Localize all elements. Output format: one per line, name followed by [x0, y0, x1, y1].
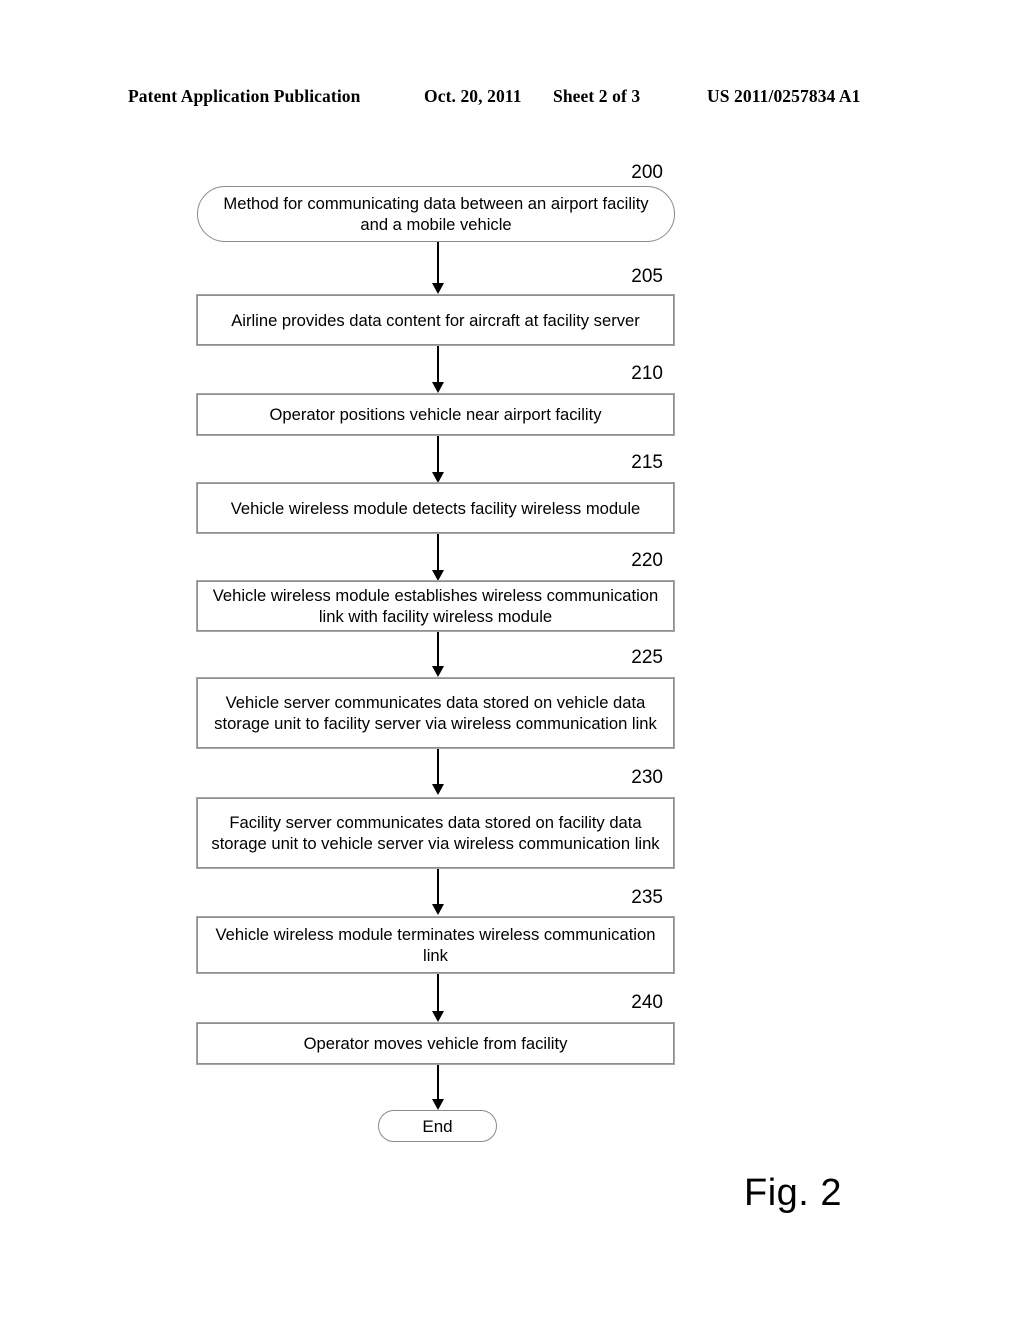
connector-arrow-205-210 [431, 346, 445, 393]
connector-arrow-225-230 [431, 749, 445, 795]
flow-node-230: Facility server communicates data stored… [196, 797, 675, 869]
ref-numeral-210: 210 [631, 363, 663, 384]
flow-node-235-label: Vehicle wireless module terminates wirel… [215, 925, 656, 965]
flow-node-210: Operator positions vehicle near airport … [196, 393, 675, 436]
figure-caption: Fig. 2 [744, 1172, 843, 1214]
flow-node-235: Vehicle wireless module terminates wirel… [196, 916, 675, 974]
flow-node-215: Vehicle wireless module detects facility… [196, 482, 675, 534]
flow-node-225-label: Vehicle server communicates data stored … [214, 693, 657, 733]
flow-node-220-label: Vehicle wireless module establishes wire… [212, 586, 659, 626]
flow-node-240: Operator moves vehicle from facility [196, 1022, 675, 1065]
ref-numeral-240: 240 [631, 992, 663, 1013]
flow-node-220: Vehicle wireless module establishes wire… [196, 580, 675, 632]
ref-numeral-200: 200 [631, 162, 663, 183]
connector-arrow-215-220 [431, 534, 445, 581]
flow-node-end: End [378, 1110, 497, 1142]
flow-node-215-label: Vehicle wireless module detects facility… [230, 498, 641, 518]
connector-arrow-230-235 [431, 869, 445, 915]
flowchart-diagram: 200 Method for communicating data betwee… [0, 0, 1024, 1320]
connector-arrow-235-240 [431, 974, 445, 1022]
ref-numeral-220: 220 [631, 550, 663, 571]
flow-node-205-label: Airline provides data content for aircra… [231, 310, 640, 330]
flow-node-240-label: Operator moves vehicle from facility [303, 1034, 568, 1053]
flow-node-end-label: End [422, 1116, 453, 1136]
flow-node-200-label: Method for communicating data between an… [223, 194, 649, 234]
connector-arrow-240-end [431, 1065, 445, 1110]
connector-arrow-220-225 [431, 632, 445, 677]
ref-numeral-225: 225 [631, 647, 663, 668]
connector-arrow-210-215 [431, 436, 445, 483]
flow-node-205: Airline provides data content for aircra… [196, 294, 675, 346]
flow-node-230-label: Facility server communicates data stored… [211, 813, 660, 853]
ref-numeral-230: 230 [631, 767, 663, 788]
connector-arrow-200-205 [431, 242, 445, 294]
flow-node-210-label: Operator positions vehicle near airport … [269, 405, 602, 424]
flow-node-225: Vehicle server communicates data stored … [196, 677, 675, 749]
ref-numeral-235: 235 [631, 887, 663, 908]
ref-numeral-215: 215 [631, 452, 663, 473]
flow-node-200: Method for communicating data between an… [197, 186, 675, 242]
ref-numeral-205: 205 [631, 266, 663, 287]
